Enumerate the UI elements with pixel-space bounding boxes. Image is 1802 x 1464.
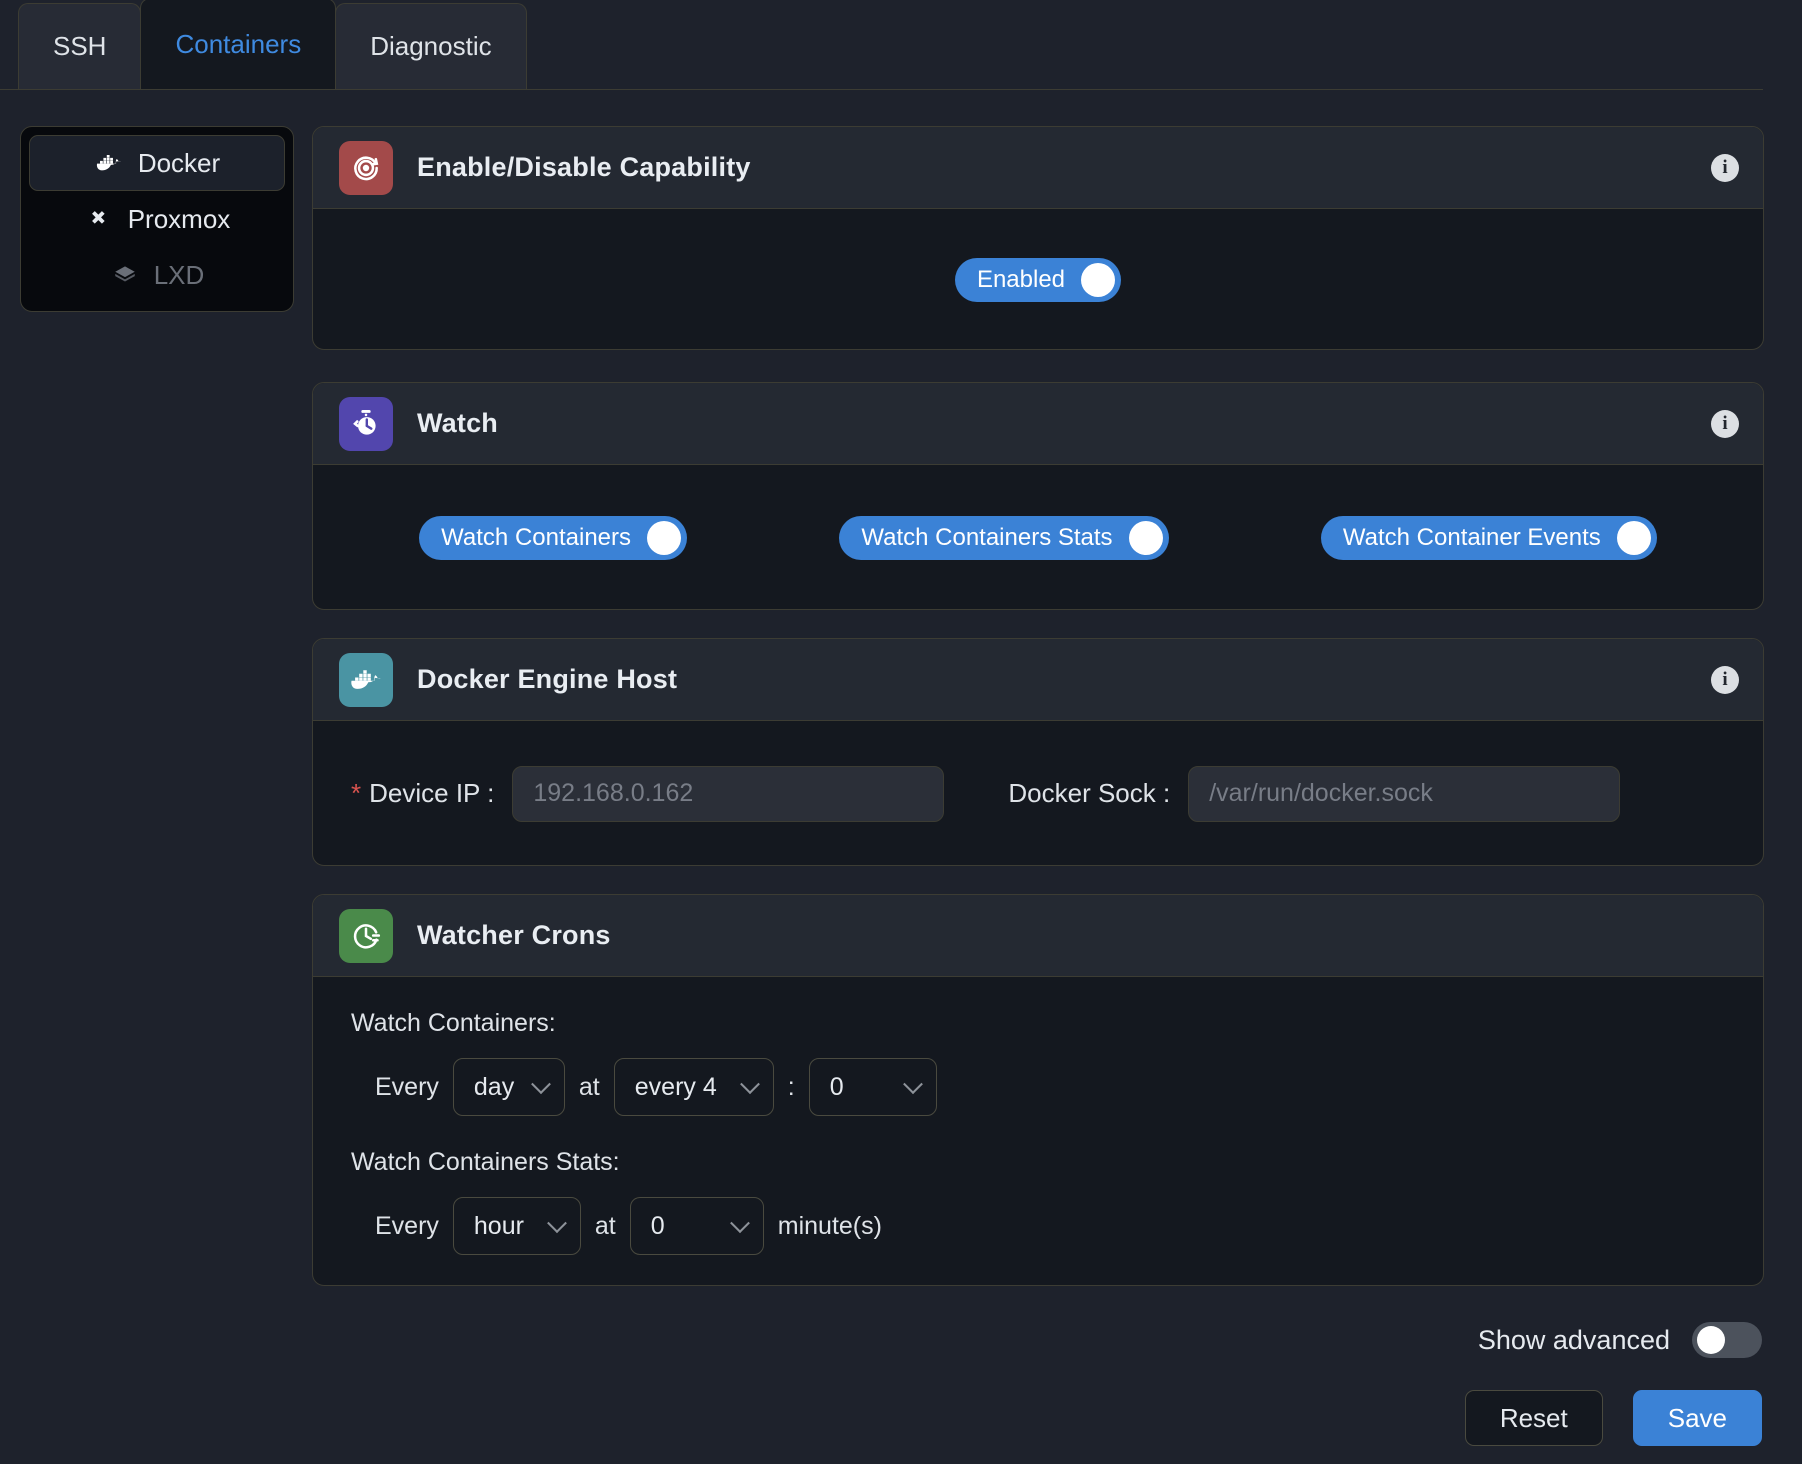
target-power-icon	[339, 140, 393, 195]
enable-capability-toggle-label: Enabled	[976, 265, 1066, 293]
watch-containers-stats-frequency-unit-select[interactable]: hour	[452, 1197, 581, 1255]
enable-capability-toggle[interactable]: Enabled	[954, 257, 1122, 302]
cron-label-watch-containers: Watch Containers:	[351, 1009, 556, 1037]
show-advanced-label: Show advanced	[1477, 1324, 1670, 1355]
save-button[interactable]: Save	[1632, 1390, 1762, 1446]
stopwatch-icon	[339, 396, 393, 451]
provider-sidebar: Docker Proxmox LXD	[20, 126, 294, 312]
card-watcher-crons: Watcher Crons Watch Containers: Every da…	[312, 894, 1764, 1286]
lxd-box-icon	[110, 260, 140, 290]
clock-history-icon	[339, 908, 393, 963]
select-value: every 4	[634, 1072, 717, 1101]
tab-bar: SSH Containers Diagnostic	[0, 0, 1763, 90]
sidebar-item-docker[interactable]: Docker	[29, 135, 285, 191]
required-asterisk: *	[351, 778, 362, 808]
select-value: day	[473, 1072, 515, 1101]
select-value: hour	[473, 1211, 524, 1240]
sidebar-item-label-lxd: LXD	[153, 259, 205, 290]
cron-row-watch-containers-stats: Every hour at 0 minute(s)	[375, 1197, 1725, 1255]
device-ip-input[interactable]	[512, 765, 945, 822]
card-header: Enable/Disable Capability i	[313, 127, 1763, 209]
card-header: Watch i	[313, 383, 1763, 465]
watch-containers-stats-minute-select[interactable]: 0	[629, 1197, 764, 1255]
watch-containers-frequency-unit-select[interactable]: day	[452, 1058, 565, 1116]
card-title: Watcher Crons	[417, 920, 611, 950]
cron-prefix: Every	[375, 1072, 439, 1101]
chevron-down-icon	[739, 1074, 760, 1095]
tab-containers[interactable]: Containers	[140, 0, 337, 89]
toggle-knob	[1081, 262, 1116, 297]
docker-sock-input[interactable]	[1188, 765, 1621, 822]
card-body: * Device IP : Docker Sock :	[313, 721, 1763, 865]
watch-containers-stats-toggle[interactable]: Watch Containers Stats	[839, 515, 1169, 560]
cron-separator: :	[787, 1072, 795, 1101]
docker-sock-field-row: Docker Sock :	[1008, 765, 1621, 822]
tab-ssh[interactable]: SSH	[18, 3, 142, 89]
sidebar-item-proxmox[interactable]: Proxmox	[29, 191, 285, 247]
cron-row-watch-containers: Every day at every 4 : 0	[375, 1058, 1725, 1116]
docker-whale-icon	[94, 148, 124, 178]
card-title: Enable/Disable Capability	[417, 152, 751, 182]
select-value: 0	[829, 1072, 844, 1101]
cron-prefix: Every	[375, 1211, 439, 1240]
device-ip-field-row: * Device IP :	[351, 765, 945, 822]
watch-container-events-toggle[interactable]: Watch Container Events	[1320, 515, 1657, 560]
watch-containers-stats-toggle-label: Watch Containers Stats	[861, 523, 1113, 551]
cron-label-watch-containers-stats: Watch Containers Stats:	[351, 1148, 620, 1176]
docker-sock-label: Docker Sock :	[1008, 778, 1171, 808]
info-icon[interactable]: i	[1711, 153, 1739, 182]
device-ip-label: Device IP :	[369, 778, 495, 808]
watch-containers-minute-select[interactable]: 0	[808, 1058, 937, 1116]
sidebar-item-lxd: LXD	[29, 247, 285, 303]
cron-mid: at	[578, 1072, 600, 1101]
cron-mid: at	[594, 1211, 616, 1240]
sidebar-item-label-proxmox: Proxmox	[127, 203, 231, 234]
card-docker-engine-host: Docker Engine Host i * Device IP : Docke…	[312, 638, 1764, 866]
watch-container-events-toggle-label: Watch Container Events	[1342, 523, 1601, 551]
chevron-down-icon	[547, 1213, 567, 1234]
tab-diagnostic[interactable]: Diagnostic	[335, 3, 527, 89]
card-title: Docker Engine Host	[417, 664, 678, 694]
toggle-knob	[1697, 1326, 1725, 1354]
card-header: Watcher Crons	[313, 895, 1763, 977]
watch-containers-toggle-label: Watch Containers	[441, 523, 632, 551]
chevron-down-icon	[729, 1213, 750, 1234]
show-advanced-toggle[interactable]	[1692, 1322, 1762, 1358]
card-watch: Watch i Watch Containers Watch Container…	[312, 382, 1764, 610]
sidebar-item-label-docker: Docker	[137, 147, 221, 178]
action-button-row: Reset Save	[1464, 1390, 1762, 1446]
toggle-knob	[647, 520, 682, 555]
info-icon[interactable]: i	[1711, 665, 1739, 694]
docker-whale-icon	[339, 652, 393, 707]
card-body: Watch Containers: Every day at every 4 :…	[313, 977, 1763, 1285]
info-icon[interactable]: i	[1711, 409, 1739, 438]
chevron-down-icon	[531, 1074, 551, 1095]
reset-button[interactable]: Reset	[1464, 1390, 1603, 1446]
toggle-knob	[1616, 520, 1651, 555]
proxmox-icon	[84, 204, 114, 234]
cron-suffix: minute(s)	[777, 1211, 882, 1240]
toggle-knob	[1128, 520, 1163, 555]
chevron-down-icon	[902, 1074, 923, 1095]
card-title: Watch	[417, 408, 498, 438]
card-body: Watch Containers Watch Containers Stats …	[313, 465, 1763, 609]
card-header: Docker Engine Host i	[313, 639, 1763, 721]
select-value: 0	[650, 1211, 665, 1240]
card-body: Enabled	[313, 209, 1763, 349]
watch-containers-hour-select[interactable]: every 4	[613, 1058, 774, 1116]
show-advanced-row: Show advanced	[1478, 1322, 1762, 1358]
watch-containers-toggle[interactable]: Watch Containers	[419, 515, 688, 560]
card-enable-disable-capability: Enable/Disable Capability i Enabled	[312, 126, 1764, 350]
